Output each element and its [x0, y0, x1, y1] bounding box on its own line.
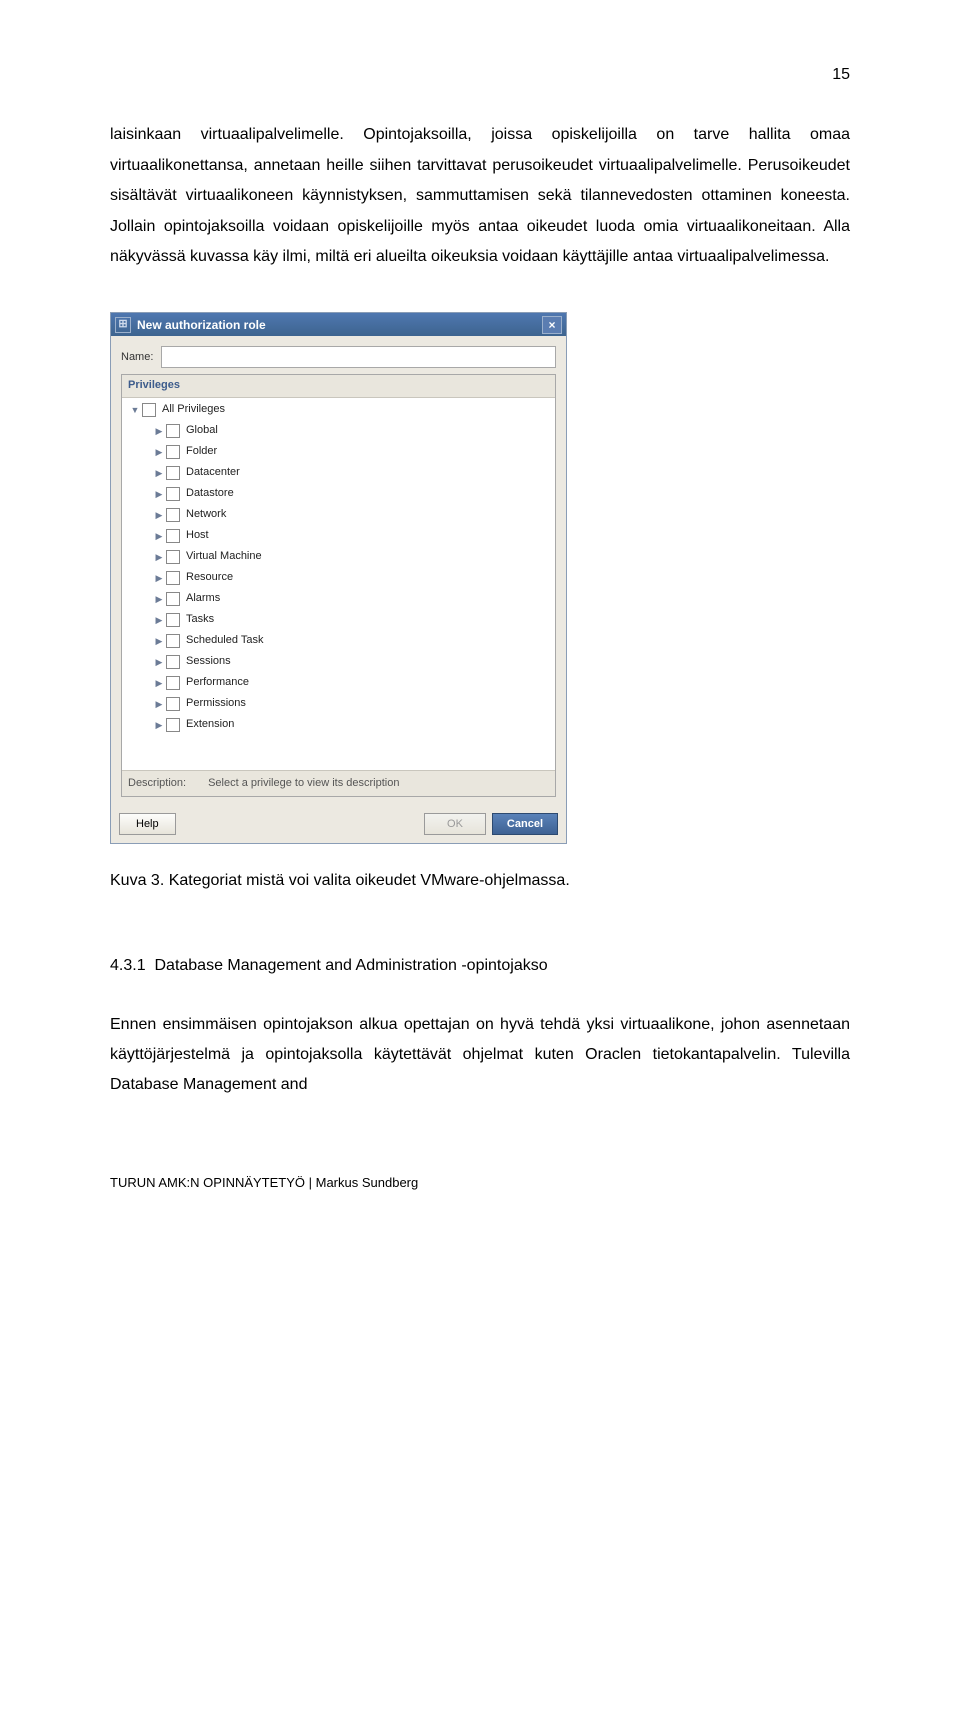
- tree-item[interactable]: Extension: [122, 715, 555, 736]
- chevron-right-icon[interactable]: [152, 552, 166, 563]
- description-row: Description: Select a privilege to view …: [122, 770, 555, 796]
- tree-item[interactable]: Tasks: [122, 610, 555, 631]
- checkbox[interactable]: [166, 634, 180, 648]
- chevron-right-icon[interactable]: [152, 510, 166, 521]
- chevron-right-icon[interactable]: [152, 426, 166, 437]
- close-icon[interactable]: ×: [542, 316, 562, 334]
- tree-item[interactable]: Resource: [122, 568, 555, 589]
- checkbox[interactable]: [166, 466, 180, 480]
- section-number: 4.3.1: [110, 957, 146, 974]
- tree-item-label: All Privileges: [162, 403, 225, 416]
- tree-item-label: Resource: [186, 571, 233, 584]
- chevron-right-icon[interactable]: [152, 531, 166, 542]
- page-number: 15: [110, 60, 850, 90]
- dialog-titlebar: New authorization role ×: [111, 313, 566, 336]
- body-paragraph-2: Ennen ensimmäisen opintojakson alkua ope…: [110, 1010, 850, 1101]
- checkbox[interactable]: [166, 613, 180, 627]
- cancel-button[interactable]: Cancel: [492, 813, 558, 835]
- chevron-right-icon[interactable]: [152, 594, 166, 605]
- name-input[interactable]: [161, 346, 556, 368]
- tree-item-label: Performance: [186, 676, 249, 689]
- name-row: Name:: [121, 346, 556, 368]
- tree-item-label: Scheduled Task: [186, 634, 263, 647]
- checkbox[interactable]: [166, 424, 180, 438]
- privileges-tree: All Privileges Global Folder Datacenter Data…: [122, 398, 555, 770]
- figure-caption: Kuva 3. Kategoriat mistä voi valita oike…: [110, 866, 850, 896]
- tree-item[interactable]: Virtual Machine: [122, 547, 555, 568]
- tree-item[interactable]: Performance: [122, 673, 555, 694]
- chevron-right-icon[interactable]: [152, 468, 166, 479]
- tree-item-label: Host: [186, 529, 209, 542]
- checkbox[interactable]: [166, 508, 180, 522]
- chevron-right-icon[interactable]: [152, 636, 166, 647]
- checkbox[interactable]: [166, 655, 180, 669]
- tree-item-label: Datacenter: [186, 466, 240, 479]
- tree-item-label: Folder: [186, 445, 217, 458]
- chevron-down-icon[interactable]: [128, 405, 142, 416]
- tree-item[interactable]: Global: [122, 421, 555, 442]
- privileges-header: Privileges: [122, 375, 555, 397]
- chevron-right-icon[interactable]: [152, 720, 166, 731]
- checkbox[interactable]: [166, 718, 180, 732]
- checkbox[interactable]: [166, 697, 180, 711]
- checkbox[interactable]: [166, 592, 180, 606]
- window-icon: [115, 317, 131, 333]
- chevron-right-icon[interactable]: [152, 699, 166, 710]
- tree-item[interactable]: Scheduled Task: [122, 631, 555, 652]
- tree-item[interactable]: Datastore: [122, 484, 555, 505]
- tree-item[interactable]: All Privileges: [122, 400, 555, 421]
- checkbox[interactable]: [166, 445, 180, 459]
- tree-item-label: Permissions: [186, 697, 246, 710]
- tree-item[interactable]: Datacenter: [122, 463, 555, 484]
- tree-item-label: Sessions: [186, 655, 231, 668]
- checkbox[interactable]: [142, 403, 156, 417]
- privileges-panel: Privileges All Privileges Global Folder Dat…: [121, 374, 556, 796]
- tree-item-label: Global: [186, 424, 218, 437]
- footer: TURUN AMK:N OPINNÄYTETYÖ | Markus Sundbe…: [110, 1171, 850, 1196]
- dialog-title: New authorization role: [137, 318, 542, 332]
- tree-item-label: Network: [186, 508, 226, 521]
- button-row: Help OK Cancel: [111, 805, 566, 843]
- tree-item-label: Datastore: [186, 487, 234, 500]
- chevron-right-icon[interactable]: [152, 447, 166, 458]
- tree-item[interactable]: Folder: [122, 442, 555, 463]
- tree-item-label: Extension: [186, 718, 234, 731]
- section-title: Database Management and Administration -…: [154, 957, 547, 974]
- tree-item-label: Alarms: [186, 592, 220, 605]
- chevron-right-icon[interactable]: [152, 489, 166, 500]
- name-label: Name:: [121, 351, 153, 364]
- description-label: Description:: [128, 777, 186, 790]
- tree-item[interactable]: Network: [122, 505, 555, 526]
- chevron-right-icon[interactable]: [152, 615, 166, 626]
- tree-item[interactable]: Permissions: [122, 694, 555, 715]
- authorization-dialog: New authorization role × Name: Privilege…: [110, 312, 567, 843]
- chevron-right-icon[interactable]: [152, 657, 166, 668]
- tree-item[interactable]: Sessions: [122, 652, 555, 673]
- dialog-body: Name: Privileges All Privileges Global Fol…: [111, 336, 566, 804]
- checkbox[interactable]: [166, 676, 180, 690]
- section-heading: 4.3.1 Database Management and Administra…: [110, 951, 850, 981]
- checkbox[interactable]: [166, 571, 180, 585]
- checkbox[interactable]: [166, 529, 180, 543]
- tree-item[interactable]: Host: [122, 526, 555, 547]
- chevron-right-icon[interactable]: [152, 678, 166, 689]
- tree-item[interactable]: Alarms: [122, 589, 555, 610]
- tree-item-label: Virtual Machine: [186, 550, 262, 563]
- checkbox[interactable]: [166, 487, 180, 501]
- description-value: Select a privilege to view its descripti…: [208, 777, 399, 790]
- tree-item-label: Tasks: [186, 613, 214, 626]
- ok-button[interactable]: OK: [424, 813, 486, 835]
- help-button[interactable]: Help: [119, 813, 176, 835]
- body-paragraph-1: laisinkaan virtuaalipalvelimelle. Opinto…: [110, 120, 850, 272]
- checkbox[interactable]: [166, 550, 180, 564]
- chevron-right-icon[interactable]: [152, 573, 166, 584]
